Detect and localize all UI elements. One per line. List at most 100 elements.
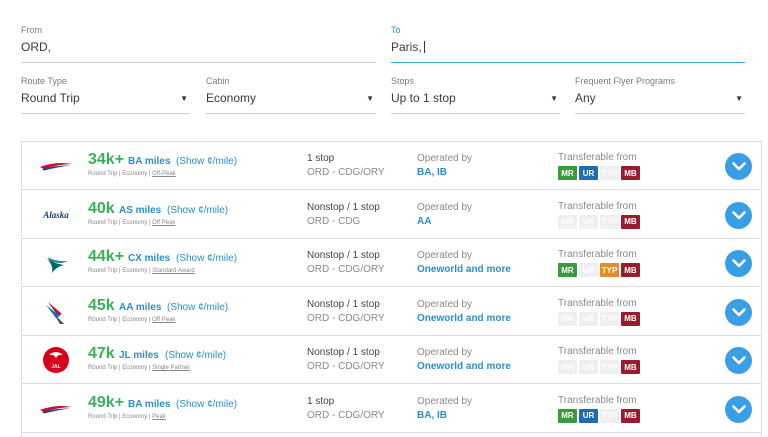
award-details: Round Trip | Economy | Off Peak — [88, 317, 175, 323]
miles-amount: 47k — [88, 345, 115, 362]
alaska-airlines-icon: Alaska — [36, 201, 76, 229]
result-row-6[interactable]: 49k+ BA miles (Show ¢/mile) Round Trip |… — [22, 384, 761, 433]
award-type-link[interactable]: Off-Peak — [152, 171, 176, 177]
route-type-select[interactable]: Route Type Round Trip ▼ — [21, 76, 190, 114]
award-type-link[interactable]: Off Peak — [152, 220, 175, 226]
to-input[interactable]: Paris, — [391, 40, 425, 54]
program-name[interactable]: AS miles — [119, 205, 161, 216]
award-type-link[interactable]: Single Partner — [152, 365, 190, 371]
badge-ur: UR — [579, 311, 598, 326]
miles-amount: 49k+ — [88, 393, 125, 411]
stops-underline — [391, 113, 560, 114]
to-field[interactable]: To Paris, — [391, 25, 745, 63]
expand-button[interactable] — [725, 153, 752, 180]
british-airways-icon — [36, 395, 76, 423]
expand-button[interactable] — [725, 347, 752, 374]
from-label: From — [21, 25, 42, 35]
expand-button[interactable] — [725, 298, 752, 326]
cabin-underline — [206, 113, 376, 114]
show-cents-per-mile-link[interactable]: (Show ¢/mile) — [165, 350, 226, 361]
badge-ur: UR — [579, 360, 598, 374]
svg-text:JAL: JAL — [51, 364, 60, 370]
program-name[interactable]: CX miles — [128, 253, 170, 264]
program-name[interactable]: JL miles — [119, 350, 159, 361]
award-details-prefix: Round Trip | Economy | — [88, 316, 153, 323]
operated-by-value[interactable]: BA, IB — [417, 167, 447, 178]
operated-by-label: Operated by — [417, 250, 473, 261]
award-type-link[interactable]: Off Peak — [152, 317, 175, 323]
route-text: ORD - CDG/ORY — [307, 167, 385, 178]
from-input[interactable]: ORD, — [21, 40, 51, 54]
show-cents-per-mile-link[interactable]: (Show ¢/mile) — [176, 399, 237, 410]
program-name[interactable]: BA miles — [128, 156, 170, 167]
badge-mb: MB — [621, 166, 640, 180]
badge-typ: TYP — [600, 408, 619, 423]
stops-dropdown-icon: ▼ — [550, 94, 558, 103]
japan-airlines-icon: JAL — [36, 346, 76, 374]
badge-mr: MR — [558, 166, 577, 180]
show-cents-per-mile-link[interactable]: (Show ¢/mile) — [176, 253, 237, 264]
operated-by-value[interactable]: Oneworld and more — [417, 361, 511, 372]
badge-ur: UR — [579, 214, 598, 229]
cabin-select[interactable]: Cabin Economy ▼ — [206, 76, 376, 114]
badge-typ: TYP — [600, 214, 619, 229]
transfer-badges: MR UR TYP MB — [558, 263, 640, 277]
ffp-label: Frequent Flyer Programs — [575, 76, 676, 86]
operated-by-value[interactable]: Oneworld and more — [417, 264, 511, 275]
ffp-select[interactable]: Frequent Flyer Programs Any ▼ — [575, 76, 745, 114]
award-details-prefix: Round Trip | Economy | — [88, 171, 153, 177]
ffp-dropdown-icon: ▼ — [735, 94, 743, 103]
route-text: ORD - CDG/ORY — [307, 312, 385, 324]
route-text: ORD - CDG/ORY — [307, 409, 385, 421]
expand-button[interactable] — [725, 201, 752, 229]
show-cents-per-mile-link[interactable]: (Show ¢/mile) — [167, 302, 228, 313]
stops-text: Nonstop / 1 stop — [307, 201, 380, 213]
result-row-3[interactable]: 44k+ CX miles (Show ¢/mile) Round Trip |… — [22, 239, 761, 287]
expand-button[interactable] — [725, 395, 752, 423]
award-details: Round Trip | Economy | Standard Award — [88, 268, 195, 274]
badge-ur: UR — [579, 263, 598, 277]
ffp-underline — [575, 113, 745, 114]
award-details-prefix: Round Trip | Economy | — [88, 413, 153, 420]
operated-by-label: Operated by — [417, 153, 473, 164]
badge-mb: MB — [621, 263, 640, 277]
result-row-5[interactable]: JAL 47k JL miles (Show ¢/mile) Round Tri… — [22, 336, 761, 384]
ffp-value: Any — [575, 91, 596, 105]
program-name[interactable]: AA miles — [119, 302, 161, 313]
operated-by-value[interactable]: AA — [417, 216, 431, 227]
badge-mr: MR — [558, 214, 577, 229]
award-type-link[interactable]: Peak — [152, 414, 166, 420]
miles-amount: 34k+ — [88, 151, 125, 168]
from-field[interactable]: From ORD, — [21, 25, 376, 63]
badge-mr: MR — [558, 408, 577, 423]
british-airways-icon — [36, 152, 76, 180]
stops-select[interactable]: Stops Up to 1 stop ▼ — [391, 76, 560, 114]
operated-by-value[interactable]: BA, IB — [417, 410, 447, 421]
american-airlines-icon — [36, 298, 76, 326]
expand-button[interactable] — [725, 250, 752, 277]
result-row-2[interactable]: Alaska 40k AS miles (Show ¢/mile) Round … — [22, 190, 761, 239]
result-row-1[interactable]: 34k+ BA miles (Show ¢/mile) Round Trip |… — [22, 142, 761, 190]
route-type-underline — [21, 113, 190, 114]
program-name[interactable]: BA miles — [128, 399, 170, 410]
chevron-down-icon — [731, 162, 746, 171]
cathay-pacific-icon — [36, 249, 76, 277]
award-type-link[interactable]: Standard Award — [152, 268, 195, 274]
transfer-badges: MR UR TYP MB — [558, 214, 640, 229]
transferable-from-label: Transferable from — [558, 346, 637, 357]
award-details-prefix: Round Trip | Economy | — [88, 219, 153, 226]
result-row-4[interactable]: 45k AA miles (Show ¢/mile) Round Trip | … — [22, 287, 761, 336]
transfer-badges: MR UR TYP MB — [558, 166, 640, 180]
show-cents-per-mile-link[interactable]: (Show ¢/mile) — [167, 205, 228, 216]
show-cents-per-mile-link[interactable]: (Show ¢/mile) — [176, 156, 237, 167]
operated-by-value[interactable]: Oneworld and more — [417, 313, 511, 324]
badge-mb: MB — [621, 214, 640, 229]
transferable-from-label: Transferable from — [558, 249, 637, 260]
transfer-badges: MR UR TYP MB — [558, 360, 640, 374]
stops-text: Nonstop / 1 stop — [307, 347, 380, 358]
miles-amount: 45k — [88, 296, 115, 314]
route-type-label: Route Type — [21, 76, 67, 86]
operated-by-label: Operated by — [417, 395, 473, 407]
award-details: Round Trip | Economy | Peak — [88, 414, 166, 420]
route-text: ORD - CDG — [307, 215, 361, 227]
